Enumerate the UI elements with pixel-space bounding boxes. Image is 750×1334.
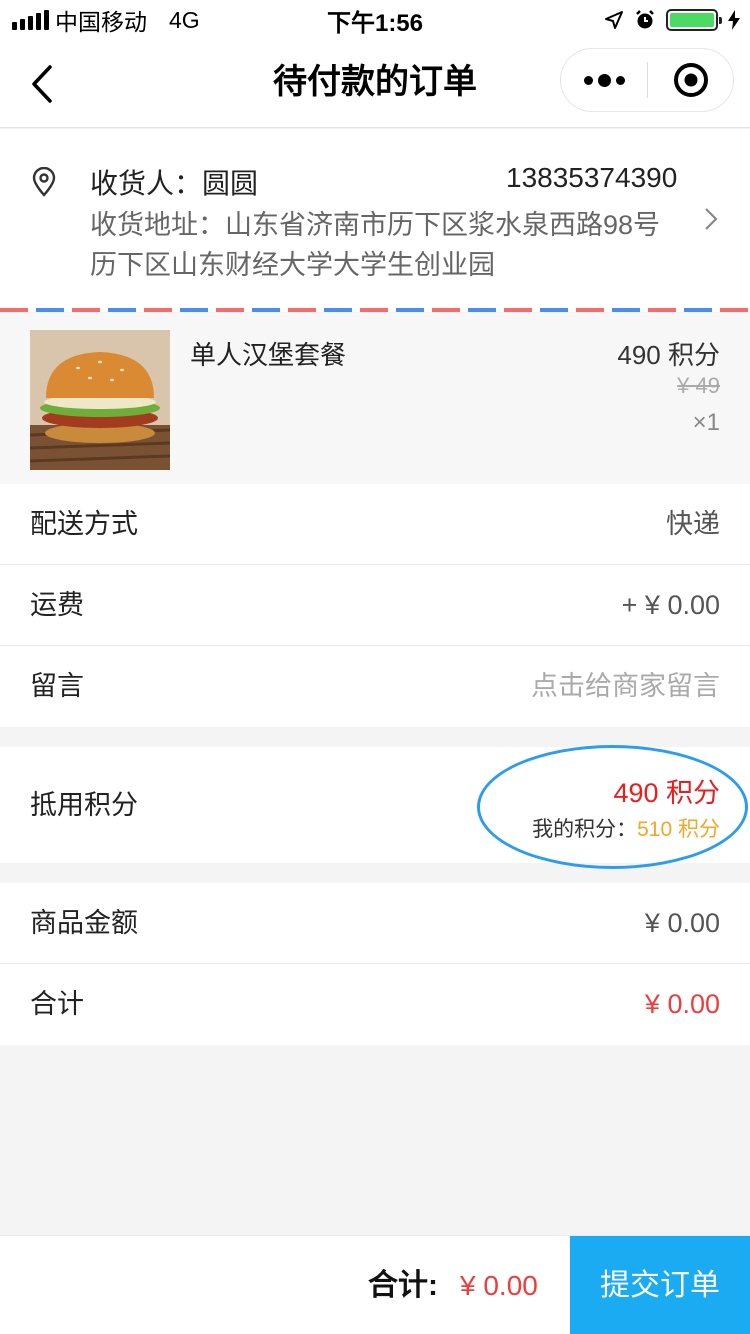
goods-amount-value: ¥ 0.00	[644, 908, 720, 938]
status-bar: 中国移动 4G 下午1:56	[0, 0, 750, 40]
nav-bar: 待付款的订单	[0, 40, 750, 128]
order-options: 配送方式 快递 运费 + ¥ 0.00 留言 点击给商家留言	[0, 484, 750, 727]
goods-amount-label: 商品金额	[30, 908, 138, 938]
total-value: ¥ 0.00	[644, 989, 720, 1019]
total-row: 合计 ¥ 0.00	[0, 964, 750, 1045]
recipient-phone: 13835374390	[506, 162, 678, 193]
message-row[interactable]: 留言 点击给商家留言	[0, 646, 750, 727]
message-label: 留言	[30, 671, 84, 701]
location-arrow-icon	[605, 11, 623, 29]
recipient-name: 收货人：圆圆	[90, 168, 259, 199]
miniprogram-capsule	[560, 48, 734, 112]
chevron-right-icon	[705, 208, 718, 230]
footer-total-label: 合计:	[368, 1269, 438, 1302]
goods-amount-row: 商品金额 ¥ 0.00	[0, 883, 750, 964]
delivery-method-row[interactable]: 配送方式 快递	[0, 484, 750, 565]
shipping-fee-value: + ¥ 0.00	[621, 590, 720, 620]
shipping-fee-row: 运费 + ¥ 0.00	[0, 565, 750, 646]
total-label: 合计	[30, 989, 84, 1019]
carrier-label: 中国移动	[55, 9, 147, 35]
more-button[interactable]	[561, 49, 647, 111]
product-image	[30, 330, 170, 470]
product-original-price: ¥ 49	[677, 373, 720, 398]
product-points-price: 490 积分	[617, 340, 720, 370]
checkout-bar: 合计: ¥ 0.00 提交订单	[0, 1235, 750, 1334]
more-dots-icon	[583, 75, 593, 85]
amount-summary: 商品金额 ¥ 0.00 合计 ¥ 0.00	[0, 883, 750, 1045]
battery-icon	[666, 9, 722, 31]
airmail-divider	[0, 308, 750, 312]
address-line-2: 历下区山东财经大学大学生创业园	[90, 250, 495, 280]
address-line-1: 收货地址：山东省济南市历下区浆水泉西路98号	[90, 210, 661, 240]
product-quantity: ×1	[692, 409, 720, 436]
delivery-method-label: 配送方式	[30, 509, 138, 539]
delivery-method-value: 快递	[666, 509, 720, 539]
shipping-fee-label: 运费	[30, 590, 84, 620]
shipping-address-card[interactable]: 收货人：圆圆 13835374390 收货地址：山东省济南市历下区浆水泉西路98…	[0, 129, 750, 310]
message-input[interactable]: 点击给商家留言	[531, 646, 720, 727]
close-miniprogram-button[interactable]	[648, 49, 733, 111]
location-pin-icon	[32, 167, 56, 197]
network-label: 4G	[169, 6, 200, 33]
highlight-annotation-ellipse	[477, 745, 748, 869]
product-name: 单人汉堡套餐	[190, 340, 347, 370]
charging-icon	[728, 10, 740, 30]
alarm-icon	[636, 10, 654, 29]
points-deduction-label: 抵用积分	[30, 790, 138, 820]
footer-total-value: ¥ 0.00	[460, 1270, 538, 1301]
order-item: 单人汉堡套餐 490 积分 ¥ 49 ×1	[0, 313, 750, 484]
submit-order-button[interactable]: 提交订单	[570, 1236, 750, 1334]
target-close-icon	[673, 63, 708, 97]
signal-icon	[12, 10, 49, 30]
